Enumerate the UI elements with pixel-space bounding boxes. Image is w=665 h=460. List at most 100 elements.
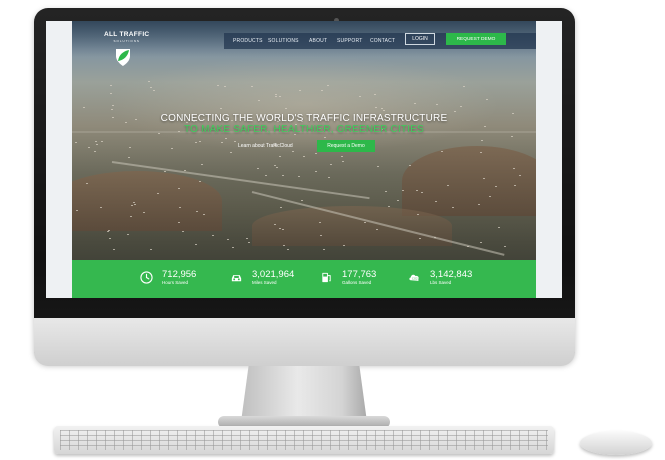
city-light: [279, 155, 282, 157]
stat-label: Miles Saved: [252, 280, 277, 285]
city-light: [291, 151, 294, 153]
monitor-chin: [34, 318, 575, 366]
city-light: [300, 200, 303, 202]
city-light: [75, 209, 78, 211]
stat-value: 3,021,964: [252, 269, 295, 280]
city-light: [149, 87, 152, 89]
city-light: [233, 140, 236, 142]
nav-products[interactable]: PRODUCTS: [233, 38, 263, 44]
co2-icon: CO2: [409, 274, 419, 281]
nav-support[interactable]: SUPPORT: [337, 38, 362, 44]
city-light: [408, 164, 411, 166]
city-light: [129, 215, 132, 217]
nav-solutions[interactable]: SOLUTIONS: [268, 38, 299, 44]
city-light: [397, 199, 400, 201]
stat-value: 712,956: [162, 269, 197, 280]
website-hero: ALL TRAFFIC SOLUTIONS PRODUCTS SOLUTIONS…: [72, 21, 536, 298]
city-light: [511, 136, 514, 138]
city-light: [314, 152, 317, 154]
city-light: [279, 206, 282, 208]
city-light: [264, 174, 267, 176]
city-light: [459, 105, 462, 107]
city-light: [132, 201, 135, 203]
city-light: [224, 85, 227, 87]
city-light: [95, 140, 98, 142]
brand-logo[interactable]: ALL TRAFFIC SOLUTIONS: [104, 31, 149, 66]
city-light: [342, 160, 345, 162]
city-light: [488, 196, 491, 198]
city-light: [177, 187, 180, 189]
city-light: [196, 211, 199, 213]
nav-contact[interactable]: CONTACT: [370, 38, 395, 44]
city-light: [219, 108, 222, 110]
city-light: [498, 227, 501, 229]
city-light: [95, 143, 98, 145]
city-light: [479, 151, 482, 153]
city-light: [85, 183, 88, 185]
city-light: [110, 92, 113, 94]
city-light: [323, 137, 326, 139]
city-light: [477, 203, 480, 205]
city-light: [435, 104, 438, 106]
city-light: [181, 231, 184, 233]
city-light: [251, 86, 254, 88]
city-light: [383, 109, 386, 111]
city-light: [359, 95, 362, 97]
city-light: [194, 243, 197, 245]
city-light: [320, 89, 323, 91]
city-light: [495, 186, 498, 188]
city-light: [413, 103, 416, 105]
city-light: [230, 151, 233, 153]
hill-right: [402, 146, 536, 216]
city-light: [513, 168, 516, 170]
city-light: [202, 213, 205, 215]
stat-value: 3,142,843: [430, 269, 473, 280]
city-light: [107, 230, 110, 232]
request-demo-button[interactable]: REQUEST DEMO: [446, 33, 506, 45]
city-light: [108, 238, 111, 240]
city-light: [247, 241, 250, 243]
city-light: [275, 167, 278, 169]
city-light: [128, 147, 131, 149]
city-light: [322, 249, 325, 251]
mouse: [580, 431, 652, 455]
city-light: [179, 206, 182, 208]
city-light: [256, 167, 259, 169]
city-light: [415, 189, 418, 191]
monitor-stand: [241, 366, 367, 422]
city-light: [75, 142, 78, 144]
monitor-screen: ALL TRAFFIC SOLUTIONS PRODUCTS SOLUTIONS…: [46, 21, 562, 298]
stats-band: 712,956 Hours Saved 3,021,964 Miles Save…: [72, 260, 536, 298]
learn-trafficcloud-link[interactable]: Learn about TrafficCloud: [238, 143, 293, 149]
city-light: [183, 169, 186, 171]
city-light: [281, 175, 284, 177]
city-light: [375, 107, 378, 109]
city-light: [127, 233, 130, 235]
city-light: [376, 165, 379, 167]
hero-subheadline: TO MAKE SAFER, HEALTHIER, GREENER CITIES: [184, 124, 424, 135]
city-light: [101, 141, 104, 143]
city-light: [153, 89, 156, 91]
city-light: [519, 175, 522, 177]
city-light: [227, 239, 230, 241]
city-light: [480, 139, 483, 141]
hero-request-demo-button[interactable]: Request a Demo: [317, 140, 375, 152]
city-light: [113, 249, 116, 251]
city-light: [93, 151, 96, 153]
city-light: [286, 249, 289, 251]
login-button[interactable]: LOGIN: [405, 33, 435, 45]
city-light: [212, 235, 215, 237]
city-light: [387, 206, 390, 208]
city-light: [216, 84, 219, 86]
city-light: [463, 85, 466, 87]
city-light: [142, 212, 145, 214]
city-light: [486, 98, 489, 100]
city-light: [342, 245, 345, 246]
city-light: [195, 142, 198, 144]
city-light: [514, 184, 517, 186]
city-light: [466, 245, 469, 247]
fuel-pump-icon: [322, 272, 331, 283]
keyboard-keys: [60, 430, 548, 450]
city-light: [319, 222, 322, 224]
nav-about[interactable]: ABOUT: [309, 38, 327, 44]
